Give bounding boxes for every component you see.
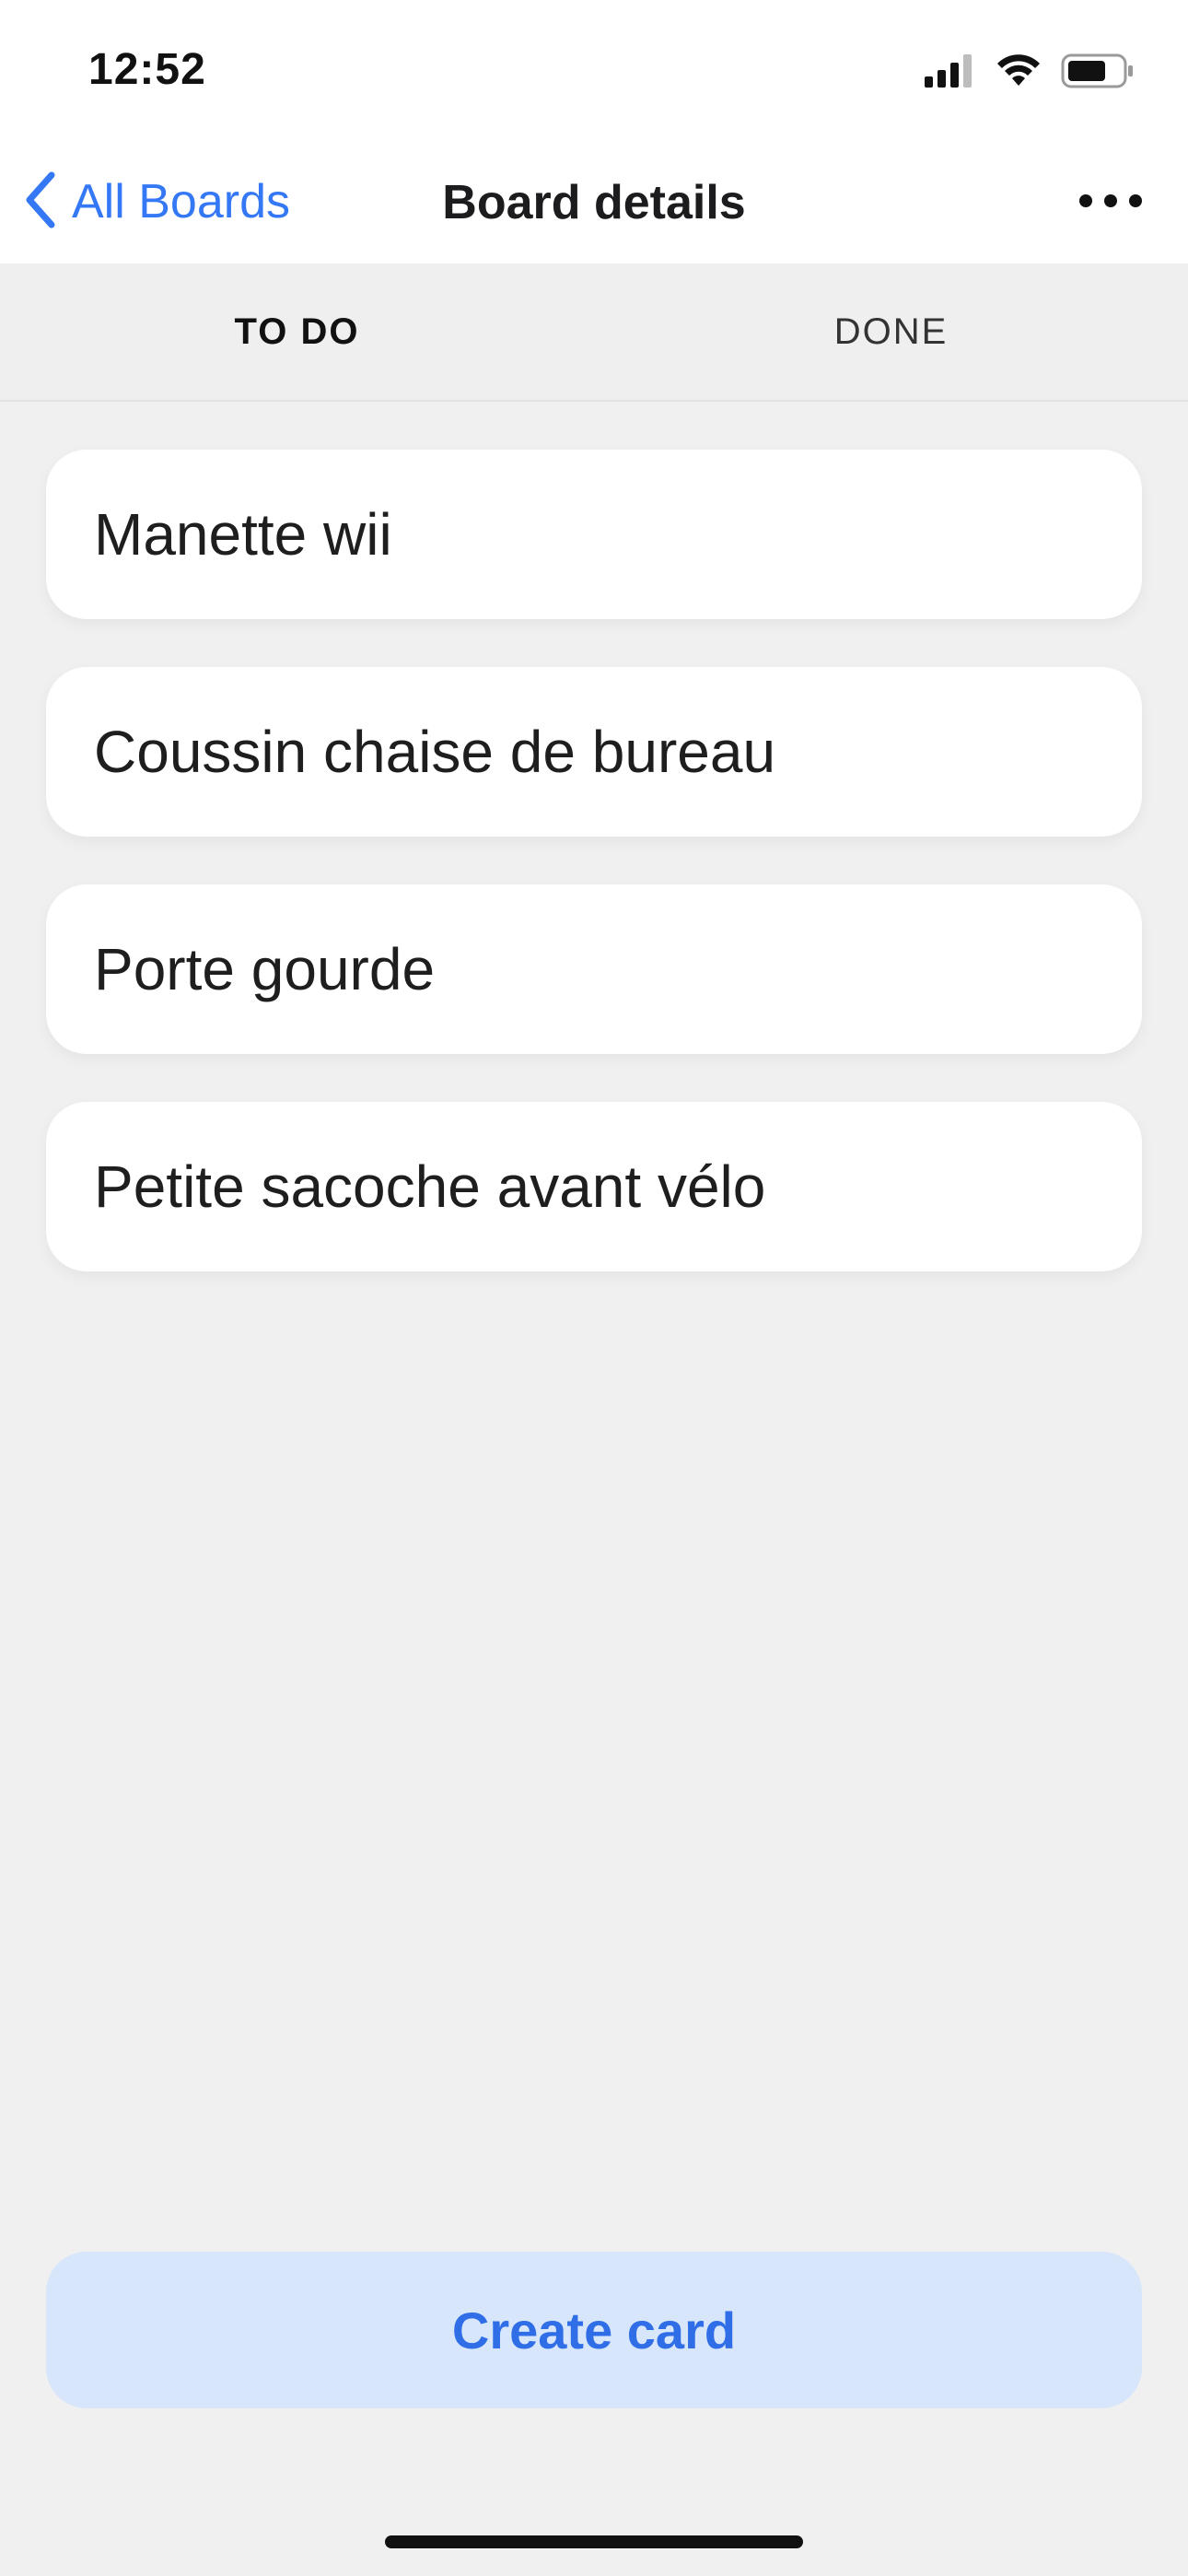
card-item[interactable]: Petite sacoche avant vélo xyxy=(46,1102,1142,1271)
ellipsis-icon xyxy=(1078,193,1143,213)
card-item[interactable]: Coussin chaise de bureau xyxy=(46,667,1142,837)
tab-to-do[interactable]: TO DO xyxy=(0,263,594,400)
card-item[interactable]: Manette wii xyxy=(46,450,1142,619)
create-card-button[interactable]: Create card xyxy=(46,2252,1142,2408)
status-time: 12:52 xyxy=(88,45,206,94)
home-indicator xyxy=(385,2535,803,2548)
battery-icon xyxy=(1061,53,1135,93)
cellular-signal-icon xyxy=(925,53,976,92)
card-list: Manette wii Coussin chaise de bureau Por… xyxy=(46,450,1142,1319)
card-item[interactable]: Porte gourde xyxy=(46,884,1142,1054)
page-title: Board details xyxy=(442,176,746,229)
tab-bar: TO DO DONE xyxy=(0,263,1188,402)
more-options-button[interactable] xyxy=(1074,177,1147,228)
tab-done[interactable]: DONE xyxy=(594,263,1188,400)
navigation-bar: All Boards Board details xyxy=(0,138,1188,263)
status-bar: 12:52 xyxy=(0,0,1188,138)
wifi-icon xyxy=(996,53,1041,92)
status-icons xyxy=(925,52,1135,94)
